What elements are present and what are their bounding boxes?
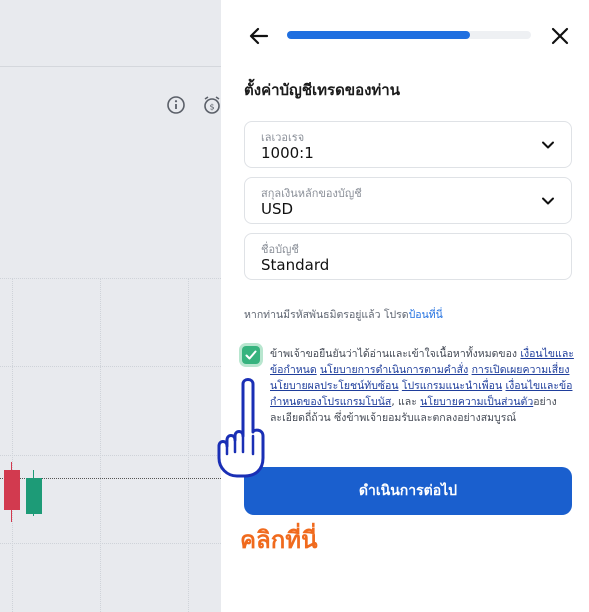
account-name-value: Standard [261,256,330,274]
arrow-left-icon[interactable] [247,24,271,48]
grid-line [0,278,221,279]
click-here-annotation: คลิกที่นี่ [240,526,318,554]
privacy-policy-link[interactable]: นโยบายความเป็นส่วนตัว [420,396,533,408]
chart-divider [0,66,221,67]
grid-line [12,278,13,612]
currency-select[interactable]: สกุลเงินหลักของบัญชี USD [244,177,572,224]
terms-intro: ข้าพเจ้าขอยืนยันว่าได้อ่านและเข้าใจเนื้อ… [270,348,521,360]
leverage-select[interactable]: เลเวอเรจ 1000:1 [244,121,572,168]
grid-line [0,543,221,544]
chevron-down-icon [542,197,554,205]
chevron-down-icon [542,141,554,149]
close-icon[interactable] [549,25,571,47]
continue-button[interactable]: ดำเนินการต่อไป [244,467,572,515]
svg-text:$: $ [209,103,214,112]
grid-line [0,455,221,456]
partner-code-text: หากท่านมีรหัสพันธมิตรอยู่แล้ว โปรด [244,309,409,321]
enter-partner-code-link[interactable]: ป้อนที่นี่ [409,309,443,321]
leverage-value: 1000:1 [261,144,314,162]
checkmark-icon [245,350,257,360]
account-setup-panel: ตั้งค่าบัญชีเทรดของท่าน เลเวอเรจ 1000:1 … [221,0,589,612]
pointing-hand-icon [217,378,265,478]
alarm-clock-icon[interactable]: $ [202,95,221,115]
risk-disclosure-link[interactable]: การเปิดเผยความเสี่ยง [472,364,570,376]
account-name-field[interactable]: ชื่อบัญชี Standard [244,233,572,280]
progress-bar-fill [287,31,470,39]
candle-bearish [4,470,20,510]
terms-agreement-text: ข้าพเจ้าขอยืนยันว่าได้อ่านและเข้าใจเนื้อ… [270,346,576,426]
grid-line [188,278,189,612]
trading-chart-area: $ [0,0,221,612]
terms-checkbox[interactable] [242,346,260,364]
grid-line [100,278,101,612]
page-title: ตั้งค่าบัญชีเทรดของท่าน [244,81,400,99]
terms-separator: , และ [391,396,421,408]
partner-code-prompt: หากท่านมีรหัสพันธมิตรอยู่แล้ว โปรดป้อนที… [244,306,443,323]
conflict-of-interest-policy-link[interactable]: นโยบายผลประโยชน์ทับซ้อน [270,380,399,392]
progress-bar [287,31,531,39]
grid-line [0,366,221,367]
order-execution-policy-link[interactable]: นโยบายการดำเนินการตามคำสั่ง [320,364,468,376]
refer-a-friend-link[interactable]: โปรแกรมแนะนำเพื่อน [402,380,502,392]
currency-value: USD [261,200,294,218]
candle-bullish [26,478,42,514]
info-icon[interactable] [166,95,186,115]
